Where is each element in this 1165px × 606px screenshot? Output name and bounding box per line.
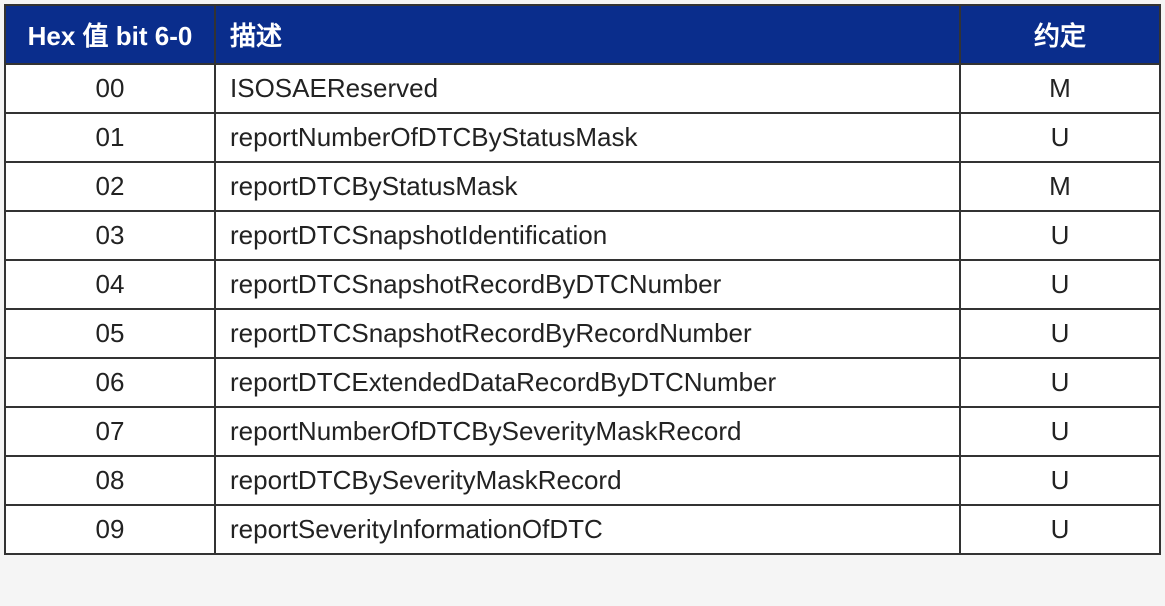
dtc-subfunction-table: Hex 值 bit 6-0 描述 约定 00 ISOSAEReserved M …	[4, 4, 1161, 555]
table-body: 00 ISOSAEReserved M 01 reportNumberOfDTC…	[5, 64, 1160, 554]
table-row: 08 reportDTCBySeverityMaskRecord U	[5, 456, 1160, 505]
cell-conv: U	[960, 505, 1160, 554]
header-conv: 约定	[960, 5, 1160, 64]
cell-hex: 09	[5, 505, 215, 554]
cell-desc: ISOSAEReserved	[215, 64, 960, 113]
table-row: 06 reportDTCExtendedDataRecordByDTCNumbe…	[5, 358, 1160, 407]
cell-desc: reportDTCSnapshotIdentification	[215, 211, 960, 260]
cell-desc: reportDTCByStatusMask	[215, 162, 960, 211]
table-row: 02 reportDTCByStatusMask M	[5, 162, 1160, 211]
table-row: 01 reportNumberOfDTCByStatusMask U	[5, 113, 1160, 162]
cell-hex: 05	[5, 309, 215, 358]
cell-conv: M	[960, 162, 1160, 211]
cell-conv: U	[960, 113, 1160, 162]
cell-conv: M	[960, 64, 1160, 113]
header-desc: 描述	[215, 5, 960, 64]
cell-desc: reportNumberOfDTCByStatusMask	[215, 113, 960, 162]
table-header-row: Hex 值 bit 6-0 描述 约定	[5, 5, 1160, 64]
header-hex: Hex 值 bit 6-0	[5, 5, 215, 64]
cell-desc: reportNumberOfDTCBySeverityMaskRecord	[215, 407, 960, 456]
cell-desc: reportDTCSnapshotRecordByRecordNumber	[215, 309, 960, 358]
cell-desc: reportDTCExtendedDataRecordByDTCNumber	[215, 358, 960, 407]
cell-desc: reportDTCSnapshotRecordByDTCNumber	[215, 260, 960, 309]
cell-hex: 06	[5, 358, 215, 407]
cell-hex: 08	[5, 456, 215, 505]
table-row: 05 reportDTCSnapshotRecordByRecordNumber…	[5, 309, 1160, 358]
cell-hex: 03	[5, 211, 215, 260]
cell-desc: reportSeverityInformationOfDTC	[215, 505, 960, 554]
cell-hex: 00	[5, 64, 215, 113]
cell-conv: U	[960, 309, 1160, 358]
cell-conv: U	[960, 358, 1160, 407]
table-row: 04 reportDTCSnapshotRecordByDTCNumber U	[5, 260, 1160, 309]
cell-hex: 04	[5, 260, 215, 309]
table-row: 00 ISOSAEReserved M	[5, 64, 1160, 113]
cell-conv: U	[960, 260, 1160, 309]
cell-desc: reportDTCBySeverityMaskRecord	[215, 456, 960, 505]
cell-conv: U	[960, 456, 1160, 505]
table-row: 03 reportDTCSnapshotIdentification U	[5, 211, 1160, 260]
table-row: 09 reportSeverityInformationOfDTC U	[5, 505, 1160, 554]
cell-hex: 01	[5, 113, 215, 162]
cell-hex: 07	[5, 407, 215, 456]
cell-conv: U	[960, 407, 1160, 456]
cell-conv: U	[960, 211, 1160, 260]
table-row: 07 reportNumberOfDTCBySeverityMaskRecord…	[5, 407, 1160, 456]
cell-hex: 02	[5, 162, 215, 211]
